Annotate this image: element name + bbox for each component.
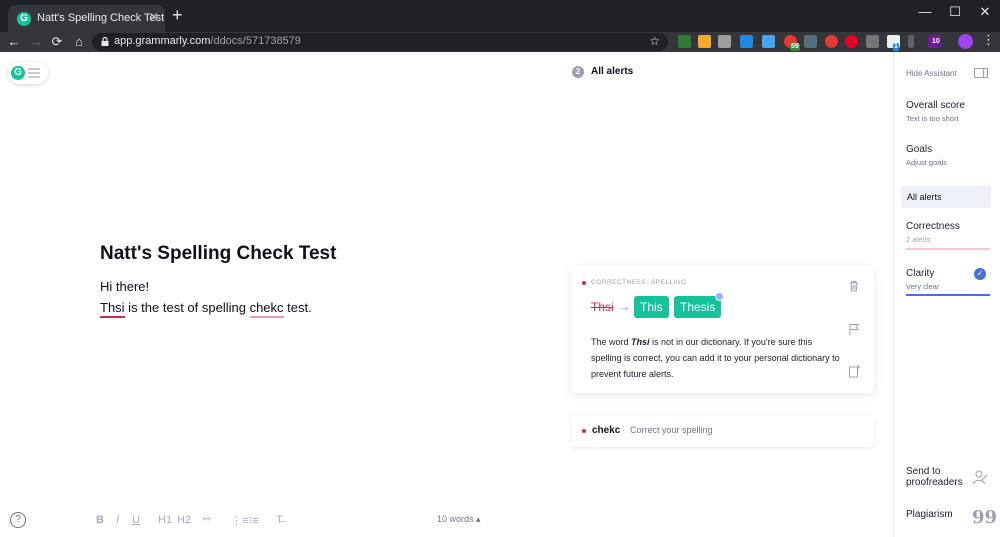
extension-notify-icon[interactable]: 59 bbox=[784, 35, 800, 51]
document-line-1[interactable]: Hi there! bbox=[100, 279, 149, 294]
window-minimize-button[interactable]: — bbox=[910, 4, 940, 19]
clear-format-icon[interactable]: T̶ bbox=[276, 514, 283, 526]
alert-card-collapsed[interactable]: chekc · Correct your spelling bbox=[571, 415, 874, 447]
alert-message: Correct your spelling bbox=[630, 425, 713, 435]
window-close-button[interactable]: ✕ bbox=[970, 4, 1000, 20]
document-title[interactable]: Natt's Spelling Check Test bbox=[100, 243, 336, 265]
bookmark-star-icon[interactable]: ☆ bbox=[649, 34, 660, 48]
pinterest-icon[interactable] bbox=[845, 35, 858, 48]
correctness-bar bbox=[906, 248, 990, 250]
extension-cloud-icon[interactable]: 1 bbox=[887, 35, 900, 51]
quote-icon: 99 bbox=[972, 507, 998, 528]
extension-purple-icon[interactable]: 10 bbox=[928, 35, 941, 48]
browser-toolbar: ← → ⟳ ⌂ app.grammarly.com/ddocs/57173857… bbox=[0, 32, 1000, 52]
panel-toggle-icon[interactable] bbox=[974, 68, 988, 78]
heading1-button[interactable]: H1 bbox=[158, 514, 172, 526]
alert-description: The word Thsi is not in our dictionary. … bbox=[591, 337, 840, 379]
new-tab-button[interactable]: + bbox=[172, 6, 183, 24]
hide-assistant-button[interactable]: Hide Assistant bbox=[906, 69, 957, 78]
document-line-2[interactable]: Thsi is the test of spelling chekc test. bbox=[100, 300, 312, 318]
hamburger-icon bbox=[28, 68, 40, 78]
proofreader-icon bbox=[973, 470, 988, 485]
extension-chart-icon[interactable] bbox=[678, 35, 691, 48]
flag-icon[interactable] bbox=[847, 322, 861, 336]
browser-tabstrip: G Natt's Spelling Check Test ✕ + — ☐ ✕ bbox=[0, 0, 1000, 32]
alert-word: chekc bbox=[592, 425, 621, 436]
arrow-right-icon: → bbox=[618, 299, 631, 314]
alert-category: CORRECTNESS: SPELLING bbox=[591, 279, 687, 286]
grammarly-favicon-icon: G bbox=[17, 12, 31, 26]
alerts-heading: All alerts bbox=[591, 66, 634, 77]
correctness-item[interactable]: Correctness 2 alerts bbox=[906, 221, 960, 244]
all-alerts-item[interactable]: All alerts bbox=[901, 186, 991, 208]
cursor-dot-icon bbox=[715, 292, 724, 301]
tab-title: Natt's Spelling Check Test bbox=[37, 12, 165, 24]
document-text: test. bbox=[283, 300, 312, 315]
grammarly-menu-button[interactable]: G bbox=[8, 62, 48, 84]
extension-dots-icon[interactable] bbox=[804, 35, 817, 48]
extension-pin-icon[interactable] bbox=[825, 35, 838, 48]
spelling-error-thsi[interactable]: Thsi bbox=[100, 300, 125, 318]
assistant-sidebar: Hide Assistant Overall score Text is too… bbox=[893, 52, 1000, 537]
address-bar[interactable]: app.grammarly.com/ddocs/571738579 ☆ bbox=[92, 33, 668, 51]
window-maximize-button[interactable]: ☐ bbox=[940, 4, 970, 20]
suggestion-this-button[interactable]: This bbox=[634, 296, 669, 318]
extension-drive-icon[interactable] bbox=[866, 35, 879, 48]
browser-tab-active[interactable]: G Natt's Spelling Check Test ✕ bbox=[8, 5, 165, 32]
reload-icon[interactable]: ⟳ bbox=[48, 33, 66, 51]
plagiarism-item[interactable]: Plagiarism bbox=[906, 509, 953, 520]
heading2-button[interactable]: H2 bbox=[177, 514, 191, 526]
bullet-list-icon[interactable]: ⁝≡ bbox=[249, 514, 259, 527]
separator: · bbox=[622, 425, 625, 435]
send-to-proofreaders-item[interactable]: Send to proofreaders bbox=[906, 466, 963, 488]
overall-score-item[interactable]: Overall score Text is too short bbox=[906, 100, 965, 123]
word-count[interactable]: 10 words ▴ bbox=[437, 514, 481, 525]
bold-button[interactable]: B bbox=[96, 514, 104, 526]
error-dot-icon bbox=[582, 429, 586, 433]
suggestion-thesis-button[interactable]: Thesis bbox=[674, 296, 722, 318]
extension-download-icon[interactable] bbox=[740, 35, 753, 48]
underline-button[interactable]: U bbox=[132, 514, 140, 526]
lock-icon bbox=[101, 37, 109, 46]
extension-graph-icon[interactable] bbox=[698, 35, 711, 48]
tab-close-icon[interactable]: ✕ bbox=[149, 10, 159, 24]
ordered-list-icon[interactable]: ⋮≡ bbox=[231, 514, 248, 527]
document-text: is the test of spelling bbox=[124, 300, 250, 315]
back-arrow-icon[interactable]: ← bbox=[5, 33, 23, 51]
link-icon[interactable]: ⚯ bbox=[203, 514, 211, 525]
home-icon[interactable]: ⌂ bbox=[70, 33, 88, 51]
help-icon[interactable]: ? bbox=[10, 512, 26, 528]
extension-upload-icon[interactable] bbox=[762, 35, 775, 48]
extension-bookmark-icon[interactable] bbox=[908, 35, 914, 48]
extension-grid-icon[interactable] bbox=[718, 35, 731, 48]
italic-button[interactable]: I bbox=[116, 514, 119, 526]
clarity-bar bbox=[906, 294, 990, 296]
clarity-item[interactable]: Clarity Very clear bbox=[906, 268, 939, 291]
error-dot-icon bbox=[582, 281, 586, 285]
trash-icon[interactable] bbox=[847, 279, 861, 293]
add-to-dictionary-icon[interactable] bbox=[847, 364, 861, 378]
forward-arrow-icon[interactable]: → bbox=[27, 33, 45, 51]
alerts-count-badge: 2 bbox=[572, 66, 584, 78]
original-word: Thsi bbox=[591, 300, 614, 314]
check-circle-icon: ✓ bbox=[974, 268, 986, 280]
profile-avatar[interactable] bbox=[958, 34, 973, 49]
goals-item[interactable]: Goals Adjust goals bbox=[906, 144, 947, 167]
alert-card-expanded[interactable]: CORRECTNESS: SPELLING Thsi → This Thesis… bbox=[571, 266, 874, 393]
spelling-error-chekc[interactable]: chekc bbox=[249, 300, 284, 318]
grammarly-logo-icon: G bbox=[11, 66, 25, 80]
url-text: app.grammarly.com/ddocs/571738579 bbox=[114, 35, 301, 47]
browser-menu-icon[interactable]: ⋮ bbox=[982, 32, 995, 48]
